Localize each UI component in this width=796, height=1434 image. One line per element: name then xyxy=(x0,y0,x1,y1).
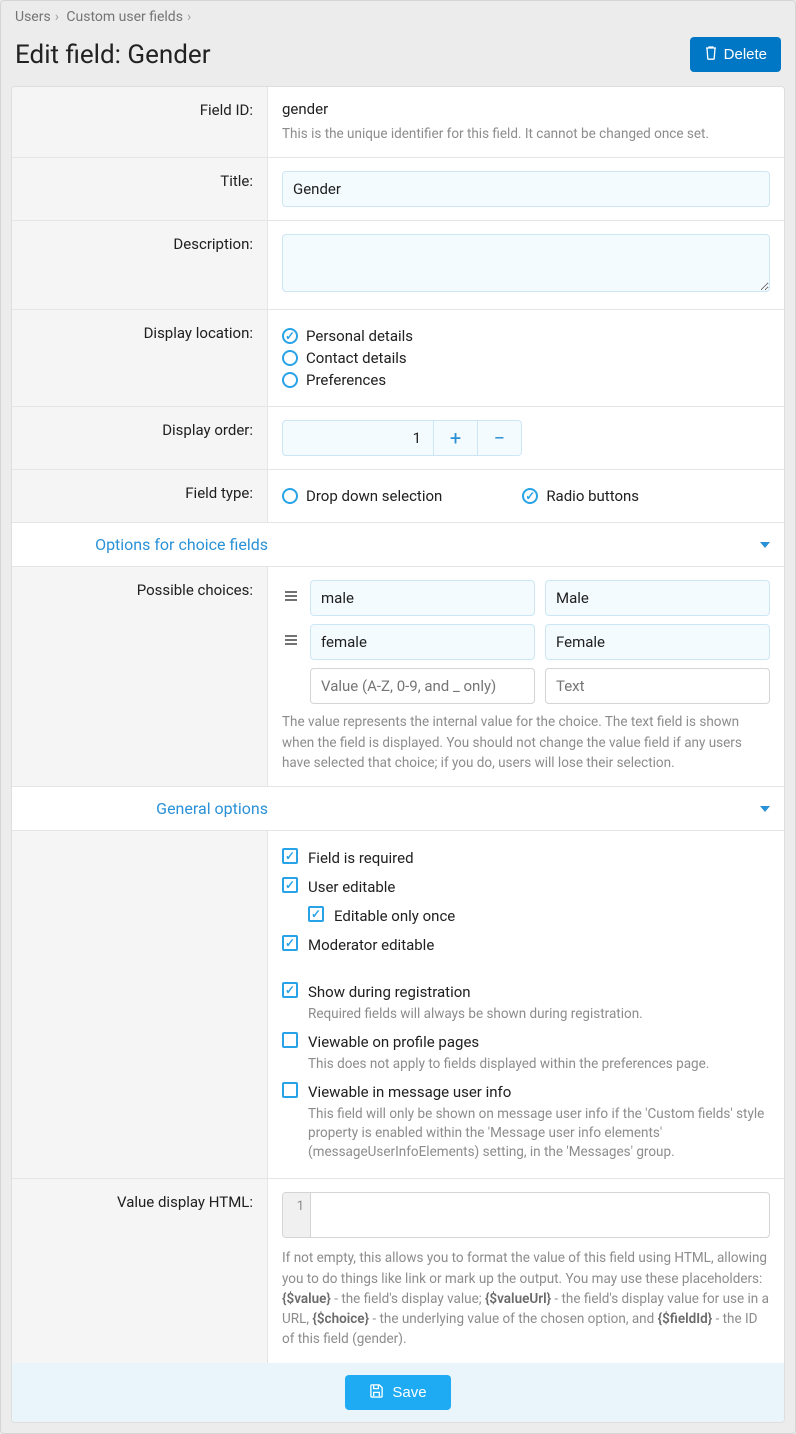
choice-text-input[interactable] xyxy=(545,580,770,616)
save-label: Save xyxy=(392,1384,426,1401)
value-html-editor[interactable]: 1 xyxy=(282,1192,770,1238)
breadcrumb: Users› Custom user fields› xyxy=(1,1,795,33)
title-input[interactable] xyxy=(282,171,770,207)
save-button[interactable]: Save xyxy=(345,1375,450,1410)
opt-required[interactable]: Field is required xyxy=(282,844,770,873)
field-id-hint: This is the unique identifier for this f… xyxy=(282,124,770,144)
delete-label: Delete xyxy=(724,46,767,63)
value-html-hint: If not empty, this allows you to format … xyxy=(282,1248,770,1349)
checkbox-checked-icon xyxy=(308,906,324,922)
loc-prefs-label: Preferences xyxy=(306,371,386,389)
checkbox-checked-icon xyxy=(282,877,298,893)
loc-contact-label: Contact details xyxy=(306,349,407,367)
radio-selected-icon xyxy=(522,488,538,504)
checkbox-checked-icon xyxy=(282,848,298,864)
label-general xyxy=(12,831,268,1178)
trash-icon xyxy=(704,45,718,64)
chevron-down-icon xyxy=(760,806,770,812)
loc-personal-label: Personal details xyxy=(306,327,413,345)
opt-show-registration[interactable]: Show during registration Required fields … xyxy=(282,978,770,1028)
radio-icon xyxy=(282,350,298,366)
save-icon xyxy=(369,1383,384,1402)
drag-handle-icon[interactable] xyxy=(282,633,300,651)
loc-contact[interactable]: Contact details xyxy=(282,349,770,367)
label-title: Title: xyxy=(12,158,268,220)
choice-text-input[interactable] xyxy=(545,624,770,660)
chevron-down-icon xyxy=(760,542,770,548)
label-display-order: Display order: xyxy=(12,407,268,469)
ftype-dropdown[interactable]: Drop down selection xyxy=(282,487,442,505)
breadcrumb-users[interactable]: Users xyxy=(15,9,51,25)
page-title: Edit field: Gender xyxy=(15,40,211,70)
opt-view-msg-label: Viewable in message user info xyxy=(308,1082,770,1103)
label-possible-choices: Possible choices: xyxy=(12,567,268,786)
opt-user-editable[interactable]: User editable xyxy=(282,873,770,902)
radio-selected-icon xyxy=(282,328,298,344)
ftype-radio[interactable]: Radio buttons xyxy=(522,487,639,505)
opt-show-registration-hint: Required fields will always be shown dur… xyxy=(308,1005,643,1024)
opt-view-msg-hint: This field will only be shown on message… xyxy=(308,1105,770,1162)
label-value-html: Value display HTML: xyxy=(12,1179,268,1362)
step-down[interactable]: − xyxy=(477,421,521,455)
opt-view-profile-hint: This does not apply to fields displayed … xyxy=(308,1055,709,1074)
loc-personal[interactable]: Personal details xyxy=(282,327,770,345)
label-description: Description: xyxy=(12,221,268,309)
opt-user-editable-label: User editable xyxy=(308,877,395,898)
display-order-stepper: + − xyxy=(282,420,522,456)
label-field-id: Field ID: xyxy=(12,87,268,157)
radio-icon xyxy=(282,488,298,504)
choice-value-new[interactable] xyxy=(310,668,535,704)
checkbox-icon xyxy=(282,1032,298,1048)
line-number: 1 xyxy=(283,1193,311,1237)
checkbox-icon xyxy=(282,1082,298,1098)
opt-moderator-editable[interactable]: Moderator editable xyxy=(282,931,770,960)
delete-button[interactable]: Delete xyxy=(690,37,781,72)
checkbox-checked-icon xyxy=(282,935,298,951)
checkbox-checked-icon xyxy=(282,982,298,998)
label-display-location: Display location: xyxy=(12,310,268,406)
section-general-label: General options xyxy=(26,799,268,818)
opt-editable-once[interactable]: Editable only once xyxy=(308,902,770,931)
opt-view-msg[interactable]: Viewable in message user infoThis field … xyxy=(282,1078,770,1166)
choice-text-new[interactable] xyxy=(545,668,770,704)
loc-prefs[interactable]: Preferences xyxy=(282,371,770,389)
opt-editable-once-label: Editable only once xyxy=(334,906,455,927)
choice-value-input[interactable] xyxy=(310,580,535,616)
section-choice-options[interactable]: Options for choice fields xyxy=(12,523,784,567)
opt-show-registration-label: Show during registration xyxy=(308,982,643,1003)
section-general-options[interactable]: General options xyxy=(12,787,784,831)
display-order-input[interactable] xyxy=(283,421,433,455)
breadcrumb-fields[interactable]: Custom user fields xyxy=(66,9,183,25)
opt-required-label: Field is required xyxy=(308,848,414,869)
field-id-value: gender xyxy=(282,100,770,118)
step-up[interactable]: + xyxy=(433,421,477,455)
opt-moderator-editable-label: Moderator editable xyxy=(308,935,434,956)
opt-view-profile[interactable]: Viewable on profile pages This does not a… xyxy=(282,1028,770,1078)
ftype-radio-label: Radio buttons xyxy=(546,487,639,505)
label-field-type: Field type: xyxy=(12,470,268,522)
radio-icon xyxy=(282,372,298,388)
description-input[interactable] xyxy=(282,234,770,292)
section-choice-label: Options for choice fields xyxy=(26,535,268,554)
opt-view-profile-label: Viewable on profile pages xyxy=(308,1032,709,1053)
ftype-dropdown-label: Drop down selection xyxy=(306,487,442,505)
drag-handle-icon[interactable] xyxy=(282,589,300,607)
choice-value-input[interactable] xyxy=(310,624,535,660)
choices-hint: The value represents the internal value … xyxy=(282,712,770,773)
